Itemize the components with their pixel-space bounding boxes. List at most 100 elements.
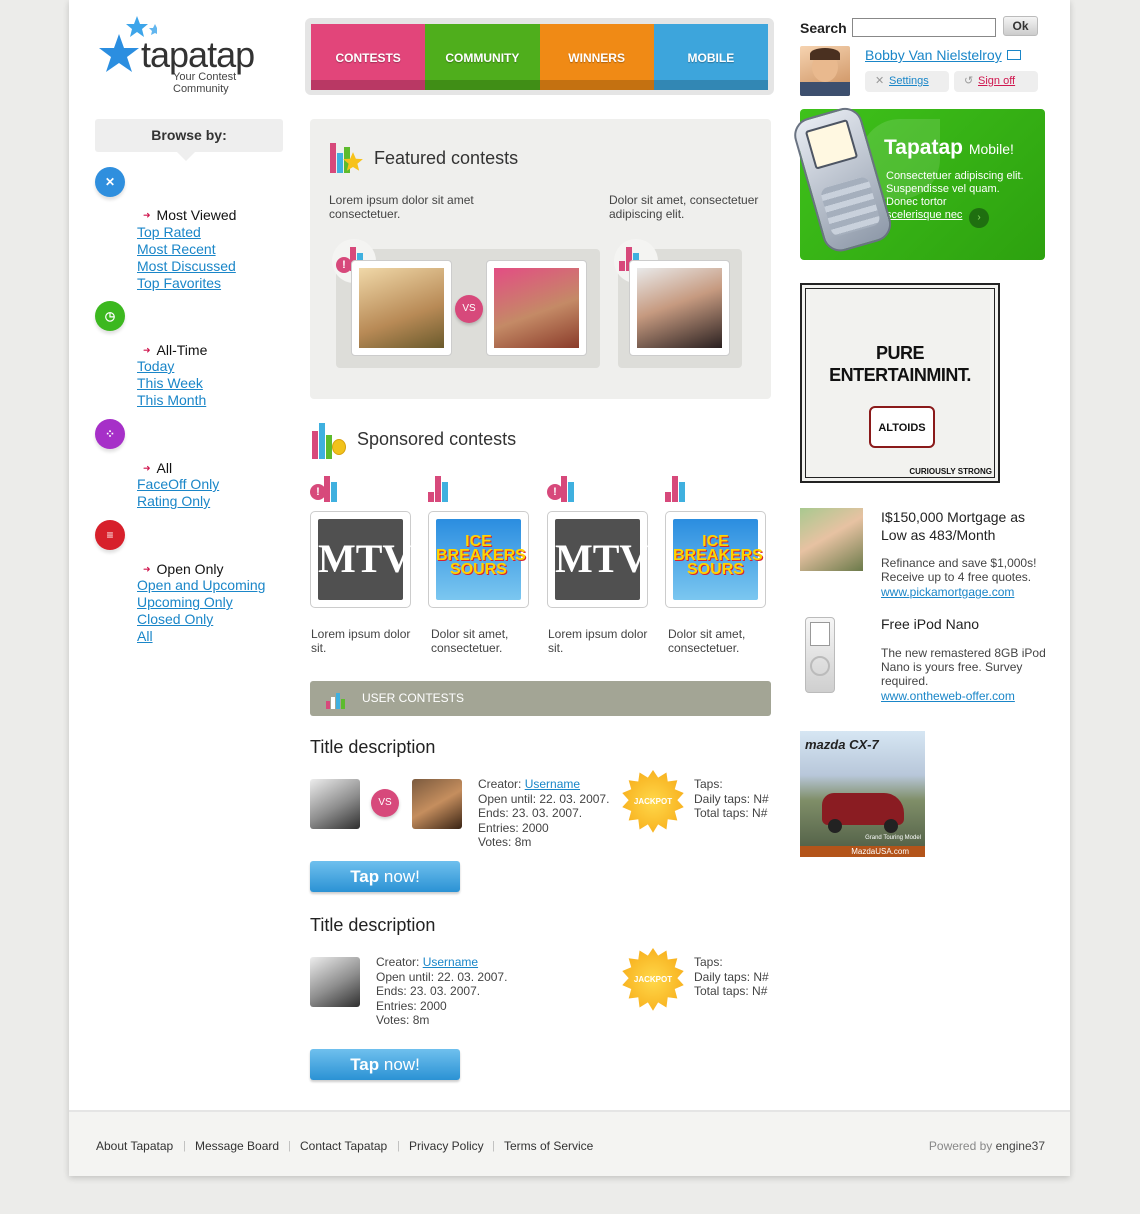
mail-icon[interactable]	[1007, 50, 1021, 60]
mobile-link[interactable]: scelerisque nec	[886, 209, 962, 221]
footer-link[interactable]: About Tapatap	[96, 1139, 173, 1153]
browse-link[interactable]: Top Rated	[137, 224, 201, 240]
tap-now-bold: Tap	[350, 1055, 380, 1074]
footer-separator: |	[492, 1140, 495, 1152]
contest-total: Total taps: N#	[694, 984, 768, 998]
mobile-arrow-icon[interactable]: ›	[969, 208, 989, 228]
featured-thumb-1[interactable]	[351, 260, 452, 356]
browse-current: All-Time	[143, 342, 208, 358]
user-panel: Bobby Van Nielstelroy ✕ Settings ↺ Sign …	[800, 46, 1040, 96]
clock-icon: ◷	[95, 301, 125, 331]
browse-current: Most Viewed	[143, 207, 237, 223]
signoff-button[interactable]: ↺ Sign off	[954, 71, 1038, 92]
ad-text: The new remastered 8GB iPod Nano is your…	[881, 646, 1046, 688]
mobile-text-2: Suspendisse vel quam.	[886, 183, 1000, 195]
user-contests-bar: USER CONTESTS	[310, 681, 771, 716]
browse-link[interactable]: Rating Only	[137, 493, 210, 509]
browse-link[interactable]: Most Recent	[137, 241, 216, 257]
wrench-icon: ✕	[95, 167, 125, 197]
altoids-tin: ALTOIDS	[869, 406, 935, 448]
featured-thumb-2[interactable]	[486, 260, 587, 356]
tab-winners[interactable]: WINNERS	[539, 24, 655, 90]
footer: About Tapatap | Message Board | Contact Tapa…	[69, 1110, 1070, 1176]
browse-link[interactable]: Today	[137, 358, 174, 374]
powered-by-link[interactable]: engine37	[996, 1139, 1045, 1153]
contest-taps: Taps:	[694, 777, 723, 791]
browse-link[interactable]: Closed Only	[137, 611, 213, 627]
creator-link[interactable]: Username	[525, 777, 580, 791]
browse-link[interactable]: All	[137, 628, 153, 644]
sponsored-rating-icon	[665, 472, 697, 502]
footer-link[interactable]: Privacy Policy	[409, 1139, 484, 1153]
sponsored-coins-icon	[310, 419, 350, 459]
tab-community[interactable]: COMMUNITY	[425, 24, 540, 90]
creator-label: Creator:	[376, 955, 420, 969]
contest-face-1[interactable]	[310, 957, 360, 1007]
sponsored-card[interactable]: MTV	[310, 511, 411, 608]
ad-url[interactable]: www.ontheweb-offer.com	[881, 689, 1015, 703]
vs-badge: VS	[371, 789, 399, 817]
tap-now-button[interactable]: Tap now!	[310, 1049, 460, 1080]
sponsored-caption: Dolor sit amet, consectetuer.	[668, 627, 746, 655]
contest-face-1[interactable]	[310, 779, 360, 829]
sponsored-caption: Lorem ipsum dolor sit.	[548, 627, 648, 655]
contest-taps: Taps:	[694, 955, 723, 969]
tab-contests[interactable]: CONTESTS	[311, 24, 426, 90]
sponsored-card[interactable]: MTV	[547, 511, 648, 608]
altoids-ad[interactable]: PURE ENTERTAINMINT. ALTOIDS CURIOUSLY ST…	[800, 283, 1000, 483]
contest-votes: Votes: 8m	[478, 835, 532, 849]
logo-wordmark: tapatap	[141, 34, 255, 75]
username-link[interactable]: Bobby Van Nielstelroy	[865, 47, 1002, 63]
mobile-title-2: Mobile!	[968, 141, 1014, 157]
browse-group-1: ✕ Most ViewedTop RatedMost RecentMost Dis…	[95, 167, 285, 307]
search-ok-button[interactable]: Ok	[1003, 16, 1038, 36]
footer-link[interactable]: Message Board	[195, 1139, 279, 1153]
ad-text: Refinance and save $1,000s! Receive up t…	[881, 556, 1037, 584]
browse-link[interactable]: Open and Upcoming	[137, 577, 265, 593]
altoids-foot: CURIOUSLY STRONG	[909, 467, 992, 476]
avatar[interactable]	[800, 46, 850, 96]
browse-link[interactable]: This Week	[137, 375, 203, 391]
tap-now-rest: now!	[379, 1055, 420, 1074]
browse-link[interactable]: This Month	[137, 392, 206, 408]
featured-chart-icon	[328, 139, 363, 173]
featured-contests-panel: Featured contests Lorem ipsum dolor sit …	[310, 119, 771, 399]
text-ad[interactable]: I$150,000 Mortgage as Low as 483/Month Re…	[800, 508, 1045, 599]
sponsored-card[interactable]: ICE BREAKERS SOURS	[428, 511, 529, 608]
footer-link[interactable]: Contact Tapatap	[300, 1139, 387, 1153]
featured-title: Featured contests	[374, 148, 519, 168]
ipod-icon	[805, 617, 835, 693]
list-icon: ≡	[95, 520, 125, 550]
altoids-line-1: PURE	[875, 343, 925, 363]
browse-link[interactable]: Upcoming Only	[137, 594, 233, 610]
footer-link[interactable]: Terms of Service	[504, 1139, 593, 1153]
search-input[interactable]	[852, 18, 996, 37]
featured-desc-1: Lorem ipsum dolor sit amet consectetuer.	[329, 193, 474, 221]
sponsored-alert-icon: !	[310, 472, 342, 502]
creator-link[interactable]: Username	[423, 955, 478, 969]
search-label: Search	[800, 20, 847, 36]
tab-mobile[interactable]: MOBILE	[653, 24, 769, 90]
sponsored-caption: Lorem ipsum dolor sit.	[311, 627, 411, 655]
ad-title: I$150,000 Mortgage as Low as 483/Month	[881, 509, 1025, 543]
text-ad[interactable]: Free iPod Nano The new remastered 8GB iPo…	[800, 615, 1046, 705]
sponsor-logo: ICE BREAKERS SOURS	[436, 519, 526, 600]
tap-now-button[interactable]: Tap now!	[310, 861, 460, 892]
ad-url[interactable]: www.pickamortgage.com	[881, 585, 1014, 599]
mazda-ad[interactable]: mazda CX-7 Grand Touring Model MazdaUSA.…	[800, 731, 925, 857]
browse-link[interactable]: Most Discussed	[137, 258, 236, 274]
mobile-promo[interactable]: Tapatap Mobile! Consectetuer adipiscing …	[784, 103, 1045, 260]
mazda-url: MazdaUSA.com	[800, 846, 925, 857]
contest-face-2[interactable]	[412, 779, 462, 829]
featured-thumb-3[interactable]	[629, 260, 730, 356]
sponsored-card[interactable]: ICE BREAKERS SOURS	[665, 511, 766, 608]
sponsor-logo: MTV	[318, 519, 411, 600]
contest-entries: Entries: 2000	[376, 998, 447, 1013]
browse-link[interactable]: Top Favorites	[137, 275, 221, 291]
signoff-label: Sign off	[978, 75, 1016, 87]
browse-link[interactable]: FaceOff Only	[137, 476, 219, 492]
logo[interactable]: tapatap Your Contest Community	[97, 14, 277, 95]
browse-sidebar: Browse by:	[95, 119, 283, 161]
settings-button[interactable]: ✕ Settings	[865, 71, 949, 92]
jackpot-badge: JACKPOT	[622, 948, 684, 1011]
